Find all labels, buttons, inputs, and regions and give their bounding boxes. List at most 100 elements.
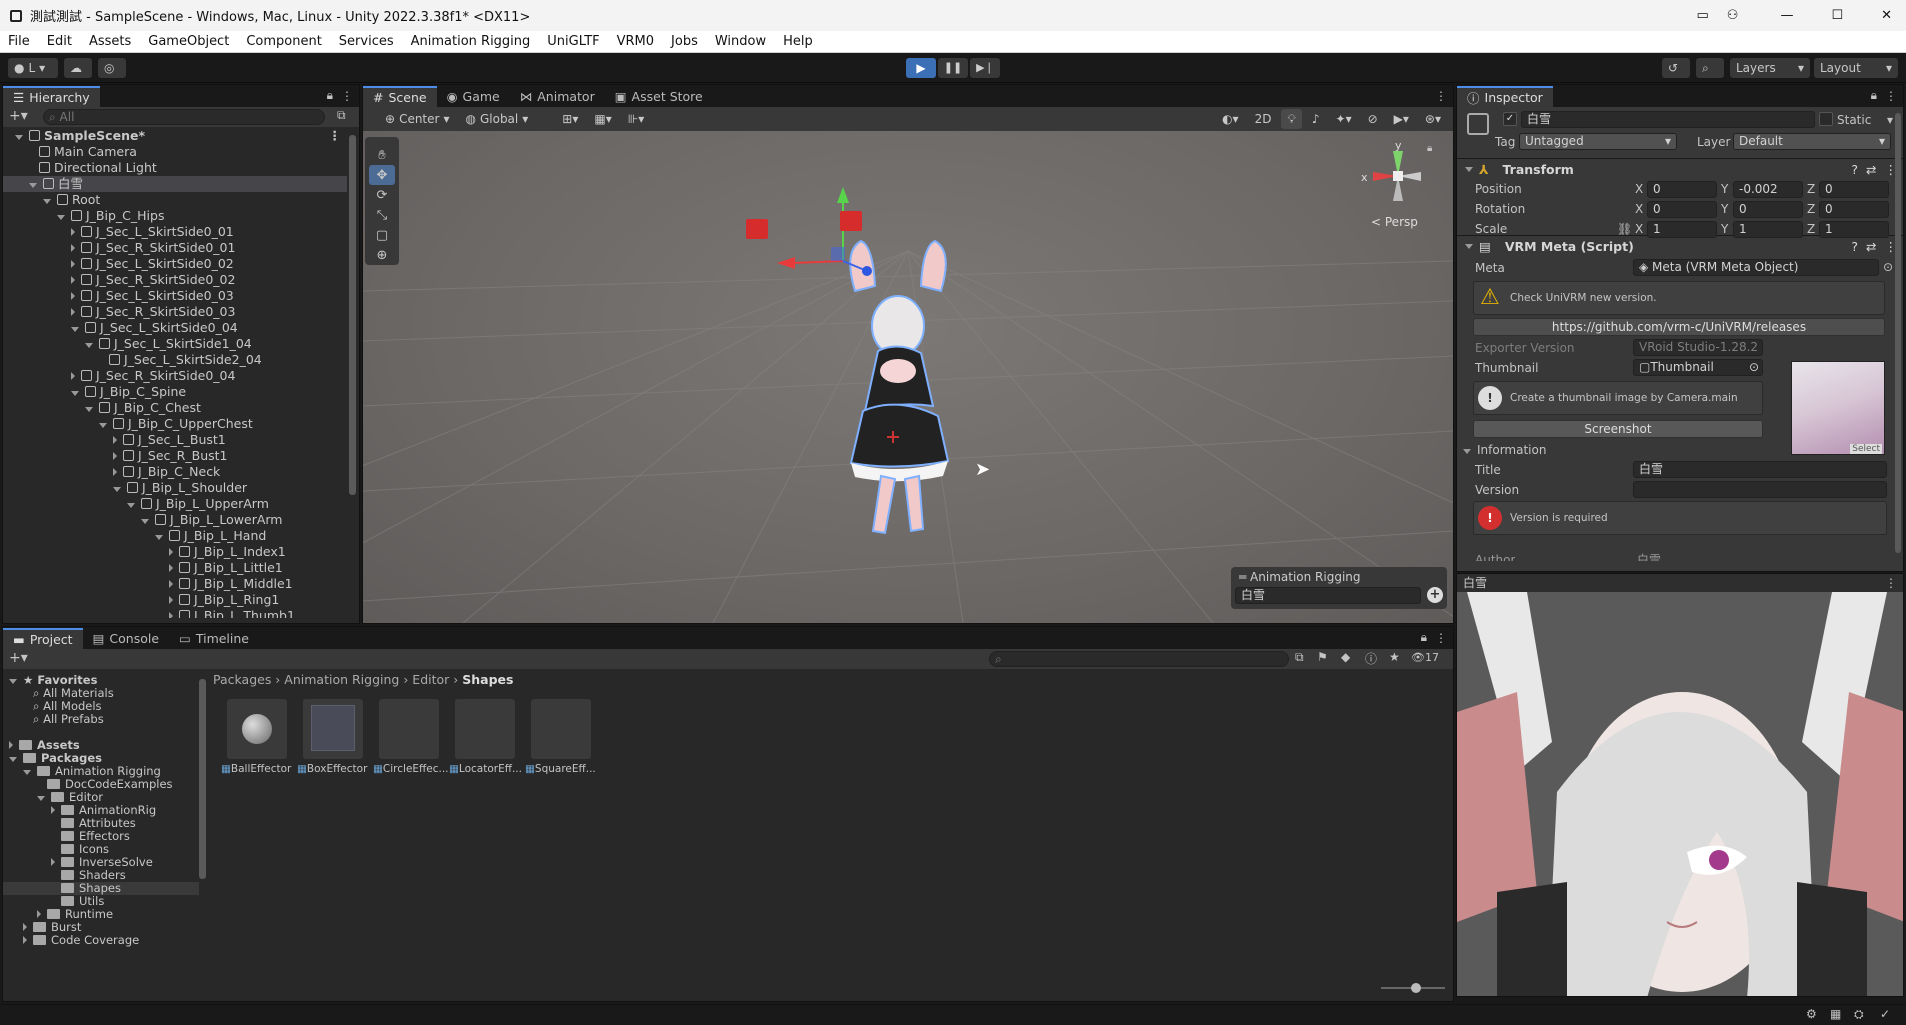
effector-cube-right[interactable] bbox=[840, 211, 862, 231]
hierarchy-item[interactable]: Main Camera bbox=[3, 144, 347, 160]
chevron-down-icon[interactable] bbox=[113, 487, 121, 492]
scale-x-axis-label[interactable]: X bbox=[1635, 222, 1643, 236]
univrm-release-link-button[interactable]: https://github.com/vrm-c/UniVRM/releases bbox=[1473, 318, 1885, 336]
hierarchy-item[interactable]: J_Sec_R_Bust1 bbox=[3, 448, 347, 464]
preview-viewport[interactable] bbox=[1457, 592, 1903, 996]
chevron-down-icon[interactable] bbox=[29, 183, 37, 188]
screenshot-button[interactable]: Screenshot bbox=[1473, 420, 1763, 438]
inspector-scrollbar[interactable] bbox=[1895, 113, 1901, 553]
draw-mode-button[interactable]: ◐▾ bbox=[1216, 109, 1245, 129]
menu-vrm0[interactable]: VRM0 bbox=[609, 34, 663, 49]
position-y-field[interactable]: -0.002 bbox=[1733, 181, 1803, 198]
thumbnail-field[interactable]: ▢Thumbnail ⊙ bbox=[1633, 359, 1763, 376]
chevron-down-icon[interactable] bbox=[155, 535, 163, 540]
chevron-right-icon[interactable] bbox=[169, 548, 173, 556]
help-icon[interactable]: ? bbox=[1851, 162, 1858, 177]
more-icon[interactable]: ⋮ bbox=[1435, 89, 1447, 103]
breadcrumb-shapes[interactable]: Shapes bbox=[462, 672, 513, 687]
lock-icon[interactable]: 🔒︎ bbox=[327, 88, 333, 103]
menu-unigltf[interactable]: UniGLTF bbox=[539, 34, 608, 49]
hierarchy-item[interactable]: J_Bip_C_Neck bbox=[3, 464, 347, 480]
chevron-right-icon[interactable] bbox=[169, 580, 173, 588]
chevron-right-icon[interactable] bbox=[169, 596, 173, 604]
audio-button[interactable]: ♪ bbox=[1305, 109, 1326, 129]
breadcrumb-animation-rigging[interactable]: Animation Rigging bbox=[284, 672, 399, 687]
rotate-tool-icon[interactable]: ⟳ bbox=[369, 185, 395, 205]
hierarchy-item[interactable]: J_Bip_L_Hand bbox=[3, 528, 347, 544]
position-y-axis-label[interactable]: Y bbox=[1721, 182, 1728, 196]
asset-item[interactable]: ▦BoxEffector bbox=[297, 699, 369, 779]
search-button[interactable]: ⌕ bbox=[1696, 58, 1724, 78]
object-picker-icon[interactable]: ⊙ bbox=[1883, 260, 1893, 274]
chevron-right-icon[interactable] bbox=[71, 292, 75, 300]
chevron-right-icon[interactable] bbox=[169, 564, 173, 572]
asset-item[interactable]: ▦LocatorEff... bbox=[449, 699, 522, 779]
chevron-right-icon[interactable] bbox=[71, 244, 75, 252]
persp-label[interactable]: < Persp bbox=[1371, 215, 1418, 229]
chevron-down-icon[interactable] bbox=[23, 770, 31, 775]
layer-dropdown[interactable]: Default ▾ bbox=[1733, 133, 1891, 150]
version-field[interactable] bbox=[1633, 481, 1887, 498]
menu-file[interactable]: File bbox=[0, 34, 39, 49]
hierarchy-item[interactable]: J_Sec_R_SkirtSide0_03 bbox=[3, 304, 347, 320]
hierarchy-scrollbar[interactable] bbox=[349, 135, 356, 495]
slider-thumb[interactable] bbox=[1411, 983, 1421, 993]
account-button[interactable]: ● L ▾ bbox=[8, 58, 58, 78]
asset-item[interactable]: ▦BallEffector bbox=[221, 699, 293, 779]
breadcrumb-editor[interactable]: Editor bbox=[412, 672, 449, 687]
hierarchy-item[interactable]: J_Bip_C_UpperChest bbox=[3, 416, 347, 432]
hierarchy-item[interactable]: Root bbox=[3, 192, 347, 208]
menu-edit[interactable]: Edit bbox=[39, 34, 81, 49]
hierarchy-item[interactable]: J_Bip_C_Spine bbox=[3, 384, 347, 400]
title-field[interactable]: 白雪 bbox=[1633, 461, 1887, 478]
cloud-button[interactable]: ☁ bbox=[64, 58, 92, 78]
chevron-down-icon[interactable] bbox=[57, 215, 65, 220]
scale-tool-icon[interactable]: ⤡ bbox=[369, 205, 395, 225]
position-z-axis-label[interactable]: Z bbox=[1807, 182, 1815, 196]
chevron-right-icon[interactable] bbox=[71, 260, 75, 268]
hierarchy-item[interactable]: J_Bip_C_Hips bbox=[3, 208, 347, 224]
more-icon[interactable]: ⋮ bbox=[1885, 574, 1897, 592]
hand-tool-icon[interactable]: ✋︎ bbox=[369, 145, 395, 165]
chevron-right-icon[interactable] bbox=[37, 910, 41, 918]
play-button[interactable]: ▶ bbox=[906, 58, 936, 78]
space-dropdown[interactable]: ◍ Global ▾ bbox=[459, 109, 535, 129]
chevron-right-icon[interactable] bbox=[23, 936, 27, 944]
chevron-down-icon[interactable] bbox=[71, 327, 79, 332]
scale-z-axis-label[interactable]: Z bbox=[1807, 222, 1815, 236]
pivot-dropdown[interactable]: ⊕ Center ▾ bbox=[379, 109, 456, 129]
tab-inspector[interactable]: ⓘ Inspector bbox=[1457, 86, 1553, 107]
rotation-z-field[interactable]: 0 bbox=[1819, 201, 1889, 218]
hierarchy-item[interactable]: J_Sec_R_SkirtSide0_01 bbox=[3, 240, 347, 256]
chevron-right-icon[interactable] bbox=[71, 276, 75, 284]
hierarchy-item[interactable]: SampleScene* ⋮ bbox=[3, 128, 347, 144]
position-x-axis-label[interactable]: X bbox=[1635, 182, 1643, 196]
search-by-type-icon[interactable]: ⧉ bbox=[1295, 650, 1304, 665]
preset-icon[interactable]: ⇄ bbox=[1866, 239, 1876, 254]
scale-y-field[interactable]: 1 bbox=[1733, 221, 1803, 238]
position-z-field[interactable]: 0 bbox=[1819, 181, 1889, 198]
rotation-y-axis-label[interactable]: Y bbox=[1721, 202, 1728, 216]
scale-x-field[interactable]: 1 bbox=[1647, 221, 1717, 238]
static-dropdown-icon[interactable]: ▾ bbox=[1887, 113, 1893, 127]
project-tree-item[interactable] bbox=[3, 726, 199, 739]
transform-tool-icon[interactable]: ⊕ bbox=[369, 245, 395, 265]
tab-timeline[interactable]: ▭ Timeline bbox=[169, 628, 259, 649]
lock-view-icon[interactable]: 🔒︎ bbox=[1427, 143, 1432, 154]
maximize-button[interactable]: ☐ bbox=[1831, 8, 1843, 23]
rotation-x-field[interactable]: 0 bbox=[1647, 201, 1717, 218]
chevron-right-icon[interactable] bbox=[51, 806, 55, 814]
project-search-input[interactable]: ⌕ bbox=[989, 651, 1289, 667]
hierarchy-item[interactable]: 白雪 bbox=[3, 176, 347, 192]
hierarchy-item[interactable]: J_Bip_L_Index1 bbox=[3, 544, 347, 560]
grid-snap-button[interactable]: ⊞▾ bbox=[556, 109, 585, 129]
chevron-down-icon[interactable] bbox=[9, 679, 17, 684]
move-tool-icon[interactable]: ✥ bbox=[369, 165, 395, 185]
chevron-right-icon[interactable] bbox=[23, 923, 27, 931]
rotation-x-axis-label[interactable]: X bbox=[1635, 202, 1643, 216]
camera-settings-button[interactable]: ▶▾ bbox=[1387, 109, 1415, 129]
chevron-right-icon[interactable] bbox=[113, 452, 117, 460]
menu-assets[interactable]: Assets bbox=[81, 34, 140, 49]
rotation-z-axis-label[interactable]: Z bbox=[1807, 202, 1815, 216]
transform-header[interactable]: ⅄ Transform ? ⇄ ⋮ bbox=[1457, 158, 1903, 180]
